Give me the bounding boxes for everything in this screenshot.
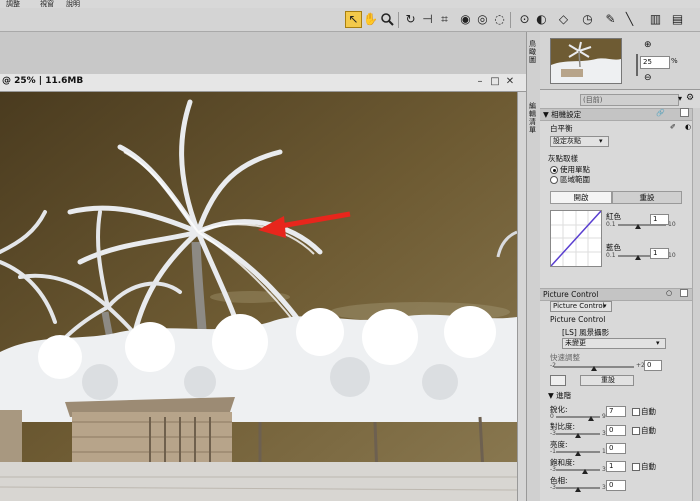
brush-icon[interactable]: ✎: [603, 12, 618, 27]
toolbar-separator: [510, 12, 511, 28]
crop-icon[interactable]: ⌗: [437, 12, 452, 27]
picture-control-name: [LS] 風景攝影: [562, 328, 610, 337]
circle-icon: ○: [666, 289, 673, 297]
navigator-panel: ⊕ 25 % ⊖: [540, 32, 700, 90]
advanced-label: ▼ 進階: [548, 391, 572, 400]
minimize-icon[interactable]: –: [474, 75, 486, 88]
document-title-bar: @ 25% | 11.6MB – □ ✕: [0, 74, 526, 92]
tab-open[interactable]: 開啟: [550, 191, 612, 204]
picture-control-header-label: Picture Control: [543, 290, 599, 299]
direct-select-arrow-icon[interactable]: ↖: [345, 11, 362, 28]
mask-icon[interactable]: ◇: [556, 12, 571, 27]
red-value-field[interactable]: 1: [650, 214, 669, 225]
toolbar: ↖ ✋ ↻ ⊣ ⌗ ◉ ◎ ◌ ⊙ ◐ ◇ ◷ ✎ ╲ ▥ ▤: [0, 8, 700, 32]
auto-retouch-icon[interactable]: ◎: [475, 12, 490, 27]
contrast-auto-label: 自動: [641, 426, 656, 435]
blue-slider-thumb[interactable]: [635, 255, 641, 260]
hue-thumb[interactable]: [575, 487, 581, 492]
adjustment-panel: (目前) ▾ ⚙ ▼ 相機設定 🔗 白平衡 ✐ ◐ 設定灰點 ▾ 灰點取樣 使用…: [540, 90, 700, 501]
sharpening-auto-label: 自動: [641, 407, 656, 416]
color-picker-icon[interactable]: ◌: [492, 12, 507, 27]
saturation-thumb[interactable]: [582, 469, 588, 474]
document-title: @ 25% | 11.6MB: [2, 76, 84, 86]
red-min: 0.1: [606, 221, 616, 228]
brightness-field[interactable]: 0: [606, 443, 626, 454]
curve-graph[interactable]: [550, 210, 602, 267]
gear-icon[interactable]: ⚙: [686, 93, 694, 103]
contrast-thumb[interactable]: [575, 433, 581, 438]
dock-strip: 鳥瞰圖 編輯清單: [526, 32, 541, 501]
panel-scrollbar[interactable]: [692, 108, 700, 501]
red-eye-icon[interactable]: ◉: [458, 12, 473, 27]
view-icon[interactable]: ◐: [534, 12, 549, 27]
hue-field[interactable]: 0: [606, 480, 626, 491]
zoom-icon[interactable]: [380, 12, 395, 27]
toolbar-separator: [398, 12, 399, 28]
close-icon[interactable]: ✕: [504, 75, 516, 88]
zoom-in-icon[interactable]: ⊕: [644, 40, 652, 50]
tone-icon[interactable]: ╲: [622, 12, 637, 27]
brightness-thumb[interactable]: [575, 451, 581, 456]
levels-icon[interactable]: ▥: [648, 12, 663, 27]
tab-reset[interactable]: 重設: [612, 191, 682, 204]
zoom-field[interactable]: 25: [640, 56, 670, 69]
picture-control-menu-icon[interactable]: [550, 375, 566, 386]
contrast-auto-checkbox[interactable]: [632, 427, 640, 435]
contrast-field[interactable]: 0: [606, 425, 626, 436]
link-icon[interactable]: 🔗: [656, 109, 665, 117]
sharpening-auto-checkbox[interactable]: [632, 408, 640, 416]
white-balance-label: 白平衡: [550, 124, 573, 133]
straighten-icon[interactable]: ⊣: [420, 12, 435, 27]
picture-control-reset-button[interactable]: 重設: [580, 375, 634, 386]
chevron-down-icon: ▾: [603, 302, 607, 310]
camera-settings-header[interactable]: ▼ 相機設定: [540, 108, 693, 121]
blue-min: 0.1: [606, 252, 616, 259]
preset-bar: (目前) ▾ ⚙: [540, 92, 700, 106]
photo-canvas[interactable]: [0, 92, 517, 501]
birds-eye-tab[interactable]: 鳥瞰圖: [529, 40, 538, 64]
sharpening-min: 0: [550, 413, 554, 420]
quick-adjust-thumb[interactable]: [591, 366, 597, 371]
edit-list-tab[interactable]: 編輯清單: [529, 102, 538, 134]
saturation-slider[interactable]: [556, 469, 600, 471]
gradient-icon[interactable]: ▤: [670, 12, 685, 27]
picture-control-label: Picture Control: [550, 315, 606, 324]
saturation-auto-checkbox[interactable]: [632, 463, 640, 471]
rotate-icon[interactable]: ↻: [403, 12, 418, 27]
camera-settings-label: 相機設定: [551, 110, 582, 119]
chevron-down-icon: ▾: [599, 137, 603, 145]
zoom-out-icon[interactable]: ⊖: [644, 73, 652, 83]
menu-bar: 調整 視窗 說明: [0, 0, 700, 8]
area-label: 區域範圍: [560, 175, 590, 184]
maximize-icon[interactable]: □: [489, 75, 501, 88]
control-point-icon[interactable]: ⊙: [517, 12, 532, 27]
camera-settings-checkbox[interactable]: [680, 108, 689, 117]
gray-point-label: 灰點取樣: [548, 154, 578, 163]
sharpening-field[interactable]: 7: [606, 406, 626, 417]
chevron-down-icon: ▾: [656, 339, 660, 347]
picture-control-checkbox[interactable]: [680, 289, 688, 297]
saturation-auto-label: 自動: [641, 462, 656, 471]
gray-point-icon[interactable]: ◐: [685, 123, 691, 131]
quick-adjust-field[interactable]: 0: [644, 360, 662, 371]
area-radio[interactable]: [550, 176, 558, 184]
zoom-unit: %: [671, 57, 678, 65]
single-point-radio[interactable]: [550, 166, 558, 174]
sharpening-thumb[interactable]: [588, 416, 594, 421]
eyedropper-icon[interactable]: ✐: [670, 123, 676, 131]
chevron-down-icon[interactable]: ▾: [678, 94, 682, 103]
navigator-thumbnail[interactable]: [550, 38, 622, 84]
zoom-slider[interactable]: [636, 54, 638, 76]
picture-control-status[interactable]: 未變更: [562, 338, 666, 349]
blue-value-field[interactable]: 1: [650, 248, 669, 259]
blue-max: 10: [668, 252, 676, 259]
preset-select[interactable]: (目前): [580, 94, 679, 106]
hand-icon[interactable]: ✋: [363, 12, 378, 27]
red-slider-thumb[interactable]: [635, 224, 641, 229]
saturation-field[interactable]: 1: [606, 461, 626, 472]
red-max: 10: [668, 221, 676, 228]
color-control-icon[interactable]: ◷: [580, 12, 595, 27]
advanced-label-text: 進階: [556, 391, 572, 400]
